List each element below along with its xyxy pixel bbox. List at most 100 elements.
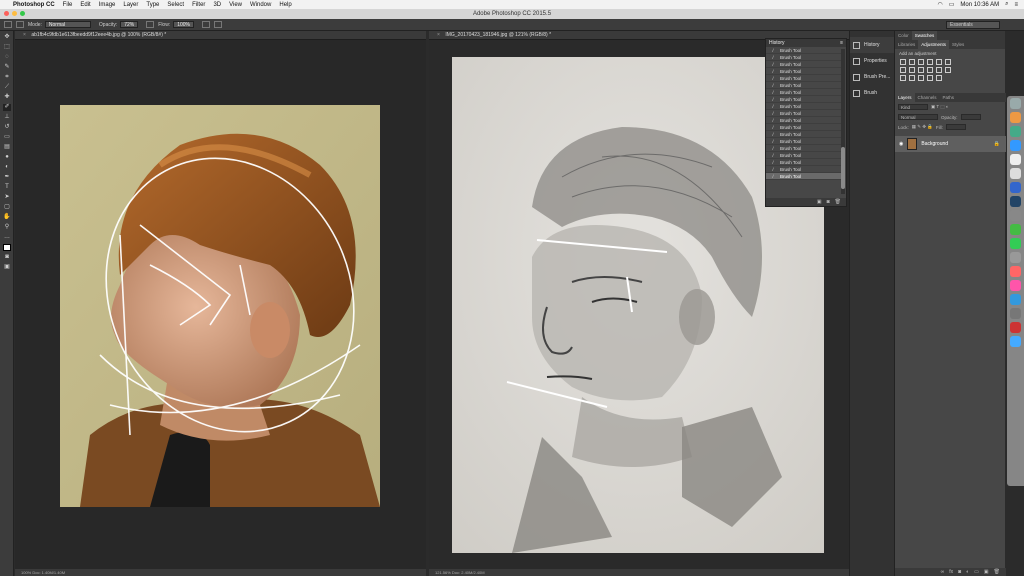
invert-adjust-icon[interactable] xyxy=(900,75,906,81)
tab-styles[interactable]: Styles xyxy=(949,40,967,49)
brush-preset-icon[interactable] xyxy=(4,21,12,28)
eye-icon[interactable]: ◉ xyxy=(899,141,903,147)
history-scrollbar-thumb[interactable] xyxy=(841,147,845,189)
finder-icon[interactable] xyxy=(1010,98,1021,109)
menu-help[interactable]: Help xyxy=(279,2,291,8)
adjustment-layer-icon[interactable]: ◐ xyxy=(966,569,969,575)
lock-icons[interactable]: ▦ ✎ ✥ 🔒 xyxy=(912,124,933,130)
blend-mode-select[interactable]: Normal xyxy=(898,114,938,120)
path-select-tool-icon[interactable]: ➤ xyxy=(3,194,11,201)
icloud-icon[interactable] xyxy=(1010,336,1021,347)
pressure-size-icon[interactable] xyxy=(214,21,223,28)
new-document-from-state-icon[interactable]: ▣ xyxy=(817,199,822,205)
menubar-clock[interactable]: Mon 10:36 AM xyxy=(960,2,999,8)
trash-icon[interactable]: 🗑 xyxy=(994,569,1000,575)
dock-brush-presets[interactable]: Brush Pre... xyxy=(850,69,894,85)
curves-adjust-icon[interactable] xyxy=(918,59,924,65)
close-tab-icon[interactable]: × xyxy=(437,32,440,38)
zoom-window-button[interactable] xyxy=(20,11,25,16)
airbrush-icon[interactable] xyxy=(202,21,211,28)
brush-size-icon[interactable] xyxy=(16,21,24,28)
notification-icon[interactable]: ≡ xyxy=(1014,2,1018,8)
link-layers-icon[interactable]: ∞ xyxy=(941,569,945,575)
minimize-window-button[interactable] xyxy=(12,11,17,16)
crop-tool-icon[interactable]: ⌗ xyxy=(3,74,11,81)
launchpad-icon[interactable] xyxy=(1010,112,1021,123)
close-window-button[interactable] xyxy=(4,11,9,16)
tab-adjustments[interactable]: Adjustments xyxy=(918,40,950,49)
lightroom-icon[interactable] xyxy=(1010,196,1021,207)
gradient-map-adjust-icon[interactable] xyxy=(936,75,942,81)
menu-image[interactable]: Image xyxy=(99,2,116,8)
new-layer-icon[interactable]: ▣ xyxy=(984,569,989,575)
system-preferences-icon[interactable] xyxy=(1010,308,1021,319)
photoshop-dock-icon[interactable] xyxy=(1010,182,1021,193)
chrome-icon[interactable] xyxy=(1010,126,1021,137)
screen-mode-icon[interactable]: ▣ xyxy=(3,264,11,271)
menu-type[interactable]: Type xyxy=(146,2,159,8)
vibrance-adjust-icon[interactable] xyxy=(936,59,942,65)
color-swatch-icon[interactable] xyxy=(3,244,11,251)
tab-color[interactable]: Color xyxy=(895,31,912,40)
stamp-tool-icon[interactable]: ⊥ xyxy=(3,114,11,121)
tab-swatches[interactable]: Swatches xyxy=(911,31,938,40)
gradient-adjust-icon[interactable] xyxy=(945,59,951,65)
move-tool-icon[interactable]: ✥ xyxy=(3,34,11,41)
color-balance-adjust-icon[interactable] xyxy=(909,67,915,73)
acrobat-icon[interactable] xyxy=(1010,322,1021,333)
close-tab-icon[interactable]: × xyxy=(23,32,26,38)
flow-input[interactable]: 100% xyxy=(173,21,195,28)
menu-layer[interactable]: Layer xyxy=(123,2,138,8)
menu-app-name[interactable]: Photoshop CC xyxy=(13,2,55,8)
tab-libraries[interactable]: Libraries xyxy=(895,40,918,49)
menu-select[interactable]: Select xyxy=(167,2,184,8)
posterize-adjust-icon[interactable] xyxy=(909,75,915,81)
filter-icons[interactable]: ▣ T ⬚ ◐ xyxy=(931,104,949,110)
menu-view[interactable]: View xyxy=(229,2,242,8)
bw-adjust-icon[interactable] xyxy=(918,67,924,73)
selective-color-adjust-icon[interactable] xyxy=(927,75,933,81)
layer-fill-input[interactable] xyxy=(945,124,966,130)
channel-mixer-adjust-icon[interactable] xyxy=(936,67,942,73)
eyedropper-tool-icon[interactable]: ⟋ xyxy=(3,84,11,91)
dock-brush[interactable]: Brush xyxy=(850,85,894,101)
pen-tool-icon[interactable]: ✒ xyxy=(3,174,11,181)
gradient-tool-icon[interactable]: ▤ xyxy=(3,144,11,151)
more-tools-icon[interactable]: … xyxy=(3,234,11,241)
type-tool-icon[interactable]: T xyxy=(3,184,11,191)
quick-mask-icon[interactable]: ◙ xyxy=(3,254,11,261)
reference-photo[interactable] xyxy=(60,105,380,507)
shape-tool-icon[interactable]: ▢ xyxy=(3,204,11,211)
zoom-tool-icon[interactable]: ⚲ xyxy=(3,224,11,231)
group-icon[interactable]: ▭ xyxy=(974,569,979,575)
itunes-icon[interactable] xyxy=(1010,280,1021,291)
workspace-select[interactable]: Essentials xyxy=(946,21,1000,29)
app-store-icon[interactable] xyxy=(1010,294,1021,305)
brush-tool-icon[interactable]: ✐ xyxy=(3,104,11,111)
battery-icon[interactable]: ▭ xyxy=(949,1,955,8)
marquee-tool-icon[interactable]: ⬚ xyxy=(3,44,11,51)
tab-paths[interactable]: Paths xyxy=(940,93,958,102)
quick-select-tool-icon[interactable]: ✎ xyxy=(3,64,11,71)
mode-select[interactable]: Normal xyxy=(44,21,91,28)
dodge-tool-icon[interactable]: ◐ xyxy=(3,164,11,171)
hand-tool-icon[interactable]: ✋ xyxy=(3,214,11,221)
exposure-adjust-icon[interactable] xyxy=(927,59,933,65)
document-window-reference[interactable]: × ab1fb4c9fdb1e613fbeedd9f12eee4b.jpg @ … xyxy=(15,31,426,576)
levels-adjust-icon[interactable] xyxy=(909,59,915,65)
menu-window[interactable]: Window xyxy=(250,2,271,8)
dock-properties[interactable]: Properties xyxy=(850,53,894,69)
opacity-input[interactable]: 72% xyxy=(120,21,139,28)
search-icon[interactable]: ⌕ xyxy=(1005,1,1008,8)
new-snapshot-icon[interactable]: ◙ xyxy=(827,199,830,205)
safari-icon[interactable] xyxy=(1010,140,1021,151)
menu-filter[interactable]: Filter xyxy=(192,2,205,8)
notes-icon[interactable] xyxy=(1010,168,1021,179)
layer-filter-kind[interactable]: Kind xyxy=(898,104,928,110)
photo-filter-adjust-icon[interactable] xyxy=(927,67,933,73)
photos-icon[interactable] xyxy=(1010,266,1021,277)
app-icon[interactable] xyxy=(1010,252,1021,263)
blur-tool-icon[interactable]: ● xyxy=(3,154,11,161)
history-panel[interactable]: History ≡ / Brush Tool / Brush Tool / Brush… xyxy=(765,38,847,207)
hue-adjust-icon[interactable] xyxy=(900,67,906,73)
